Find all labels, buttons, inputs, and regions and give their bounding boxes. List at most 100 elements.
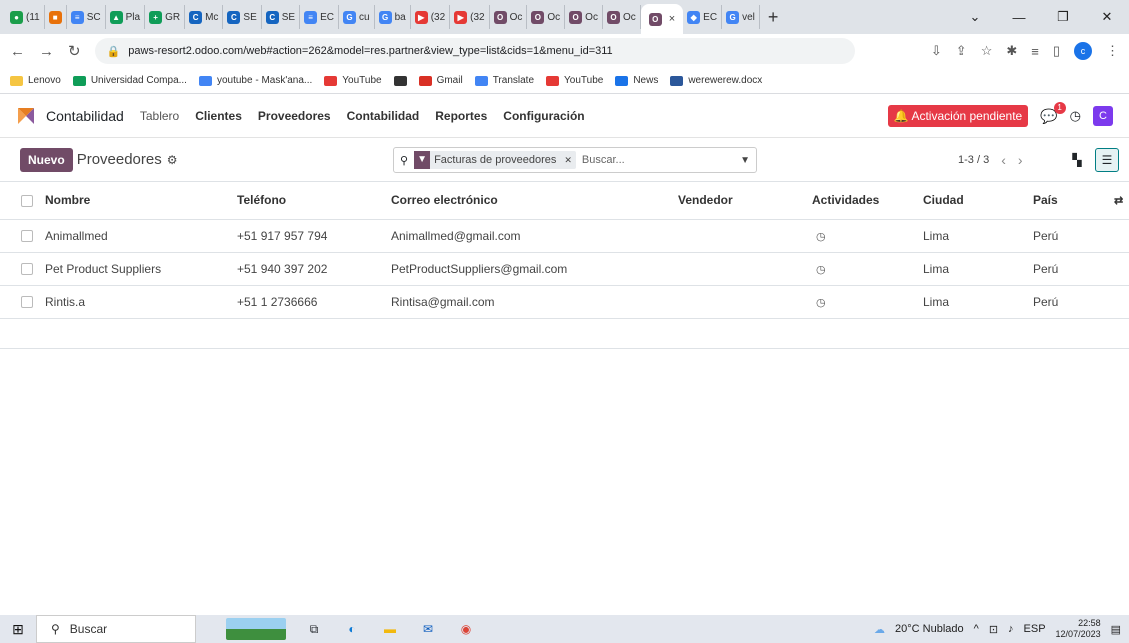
browser-tab[interactable]: O Oc <box>527 5 566 29</box>
weather-widget-image[interactable] <box>226 618 286 640</box>
activities-clock-icon[interactable]: ◷ <box>1070 108 1081 124</box>
cell-city[interactable]: Lima <box>923 252 1033 286</box>
restore-button[interactable]: ❐ <box>1041 9 1085 25</box>
bookmark-item[interactable]: Universidad Compa... <box>72 75 187 86</box>
column-header[interactable]: País <box>1033 182 1114 220</box>
row-checkbox[interactable] <box>21 230 33 243</box>
cell-activities[interactable]: ◷ <box>812 252 923 286</box>
facet-remove-icon[interactable]: ✕ <box>560 155 576 166</box>
column-header[interactable]: Ciudad <box>923 182 1033 220</box>
browser-tab[interactable]: ≡ SC <box>67 5 106 29</box>
browser-tab[interactable]: C SE <box>223 5 262 29</box>
file-explorer-icon[interactable]: ▬ <box>380 620 400 638</box>
browser-tab[interactable]: ≡ EC <box>300 5 340 29</box>
search-options-caret-icon[interactable]: ▼ <box>740 155 750 166</box>
cell-phone[interactable]: +51 1 2736666 <box>237 285 391 319</box>
lang-indicator[interactable]: ESP <box>1024 623 1046 635</box>
extensions-icon[interactable]: ✱ <box>1006 43 1017 59</box>
cell-phone[interactable]: +51 917 957 794 <box>237 219 391 253</box>
browser-tab[interactable]: ◆ EC <box>683 5 723 29</box>
bookmark-item[interactable]: youtube - Mask'ana... <box>198 75 312 86</box>
weather-text[interactable]: 20°C Nublado <box>895 623 964 635</box>
browser-tab[interactable]: C SE <box>262 5 301 29</box>
cell-name[interactable]: Animallmed <box>45 219 237 253</box>
search-icon[interactable]: ⚲ <box>400 154 408 167</box>
select-all-checkbox[interactable] <box>21 195 33 208</box>
kanban-view-icon[interactable]: ▚ <box>1065 148 1089 172</box>
browser-tab[interactable]: O Oc <box>490 5 528 29</box>
browser-tab[interactable]: + GR <box>145 5 186 29</box>
cell-email[interactable]: PetProductSuppliers@gmail.com <box>391 252 678 286</box>
cell-city[interactable]: Lima <box>923 219 1033 253</box>
activity-clock-icon[interactable]: ◷ <box>816 296 826 309</box>
cell-email[interactable]: Animallmed@gmail.com <box>391 219 678 253</box>
bookmark-item[interactable]: News <box>615 75 658 86</box>
cell-city[interactable]: Lima <box>923 285 1033 319</box>
menu-item[interactable]: Reportes <box>435 109 487 123</box>
gear-icon[interactable]: ⚙ <box>167 153 178 167</box>
cell-vendor[interactable] <box>678 285 812 319</box>
browser-tab[interactable]: C Mc <box>185 5 224 29</box>
bookmark-star-icon[interactable]: ☆ <box>981 43 993 59</box>
browser-tab[interactable]: ■ <box>45 5 67 29</box>
reload-icon[interactable]: ↻ <box>68 42 81 60</box>
row-checkbox[interactable] <box>21 296 33 309</box>
bookmark-item[interactable]: YouTube <box>324 75 382 86</box>
close-window-button[interactable]: ✕ <box>1085 9 1129 25</box>
chrome-icon[interactable]: ◉ <box>456 620 476 638</box>
chat-icon[interactable]: 💬 1 <box>1040 101 1066 125</box>
pager-value[interactable]: 1-3 / 3 <box>958 154 989 166</box>
cell-phone[interactable]: +51 940 397 202 <box>237 252 391 286</box>
cell-vendor[interactable] <box>678 252 812 286</box>
pager-prev-icon[interactable]: ‹ <box>1001 152 1006 168</box>
row-checkbox[interactable] <box>21 263 33 276</box>
column-header[interactable]: Teléfono <box>237 182 391 220</box>
network-icon[interactable]: ⊡ <box>989 623 998 636</box>
bookmark-item[interactable]: YouTube <box>546 75 603 86</box>
column-header[interactable]: Vendedor <box>678 182 812 220</box>
browser-tab[interactable]: O Oc <box>565 5 603 29</box>
taskbar-clock[interactable]: 22:58 12/07/2023 <box>1056 618 1101 640</box>
browser-tab[interactable]: ▲ Pla <box>106 5 146 29</box>
bookmark-item[interactable]: Translate <box>474 75 534 86</box>
browser-menu-icon[interactable]: ⋮ <box>1106 43 1119 59</box>
menu-item[interactable]: Configuración <box>503 109 584 123</box>
bookmark-item[interactable] <box>393 75 407 86</box>
accounting-app-icon[interactable] <box>16 106 36 126</box>
notifications-icon[interactable]: ▤ <box>1111 623 1121 636</box>
forward-icon[interactable]: → <box>39 43 54 60</box>
table-row[interactable]: Rintis.a +51 1 2736666 Rintisa@gmail.com ◷ L… <box>0 285 1129 319</box>
menu-item[interactable]: Contabilidad <box>347 109 420 123</box>
tab-search-icon[interactable]: ⌄ <box>953 9 997 25</box>
cell-country[interactable]: Perú <box>1033 219 1114 253</box>
table-row[interactable]: Animallmed +51 917 957 794 Animallmed@gmai… <box>0 219 1129 253</box>
pager-next-icon[interactable]: › <box>1018 152 1023 168</box>
search-bar[interactable]: ⚲ ▼ Facturas de proveedores ✕ Buscar... … <box>393 147 757 173</box>
activation-pending-button[interactable]: 🔔 Activación pendiente <box>887 105 1029 127</box>
cell-activities[interactable]: ◷ <box>812 285 923 319</box>
windows-start-icon[interactable]: ⊞ <box>0 621 36 638</box>
user-avatar[interactable]: C <box>1093 106 1113 126</box>
cell-name[interactable]: Rintis.a <box>45 285 237 319</box>
bookmark-item[interactable]: werewerew.docx <box>670 75 762 86</box>
cell-name[interactable]: Pet Product Suppliers <box>45 252 237 286</box>
bookmark-item[interactable]: Lenovo <box>10 75 61 86</box>
cell-activities[interactable]: ◷ <box>812 219 923 253</box>
menu-item[interactable]: Clientes <box>195 109 242 123</box>
side-panel-icon[interactable]: ▯ <box>1053 43 1060 59</box>
browser-tab[interactable]: ▶ (32 <box>411 5 451 29</box>
search-input[interactable]: Buscar... <box>582 154 734 166</box>
browser-tab[interactable]: Gba <box>375 5 411 29</box>
browser-tab[interactable]: ● (11 <box>6 5 45 29</box>
browser-tab[interactable]: ▶ (32 <box>450 5 490 29</box>
url-input[interactable]: 🔒 paws-resort2.odoo.com/web#action=262&m… <box>94 38 855 64</box>
minimize-button[interactable]: — <box>997 10 1041 25</box>
edge-icon[interactable]: ◐ <box>342 620 362 638</box>
browser-tab-active[interactable]: O × <box>640 4 684 34</box>
column-header[interactable]: Correo electrónico <box>391 182 678 220</box>
activity-clock-icon[interactable]: ◷ <box>816 230 826 243</box>
volume-icon[interactable]: ♪ <box>1008 623 1014 635</box>
menu-item[interactable]: Proveedores <box>258 109 331 123</box>
filter-facet[interactable]: ▼ Facturas de proveedores ✕ <box>414 151 576 169</box>
column-header[interactable]: Nombre <box>45 182 237 220</box>
